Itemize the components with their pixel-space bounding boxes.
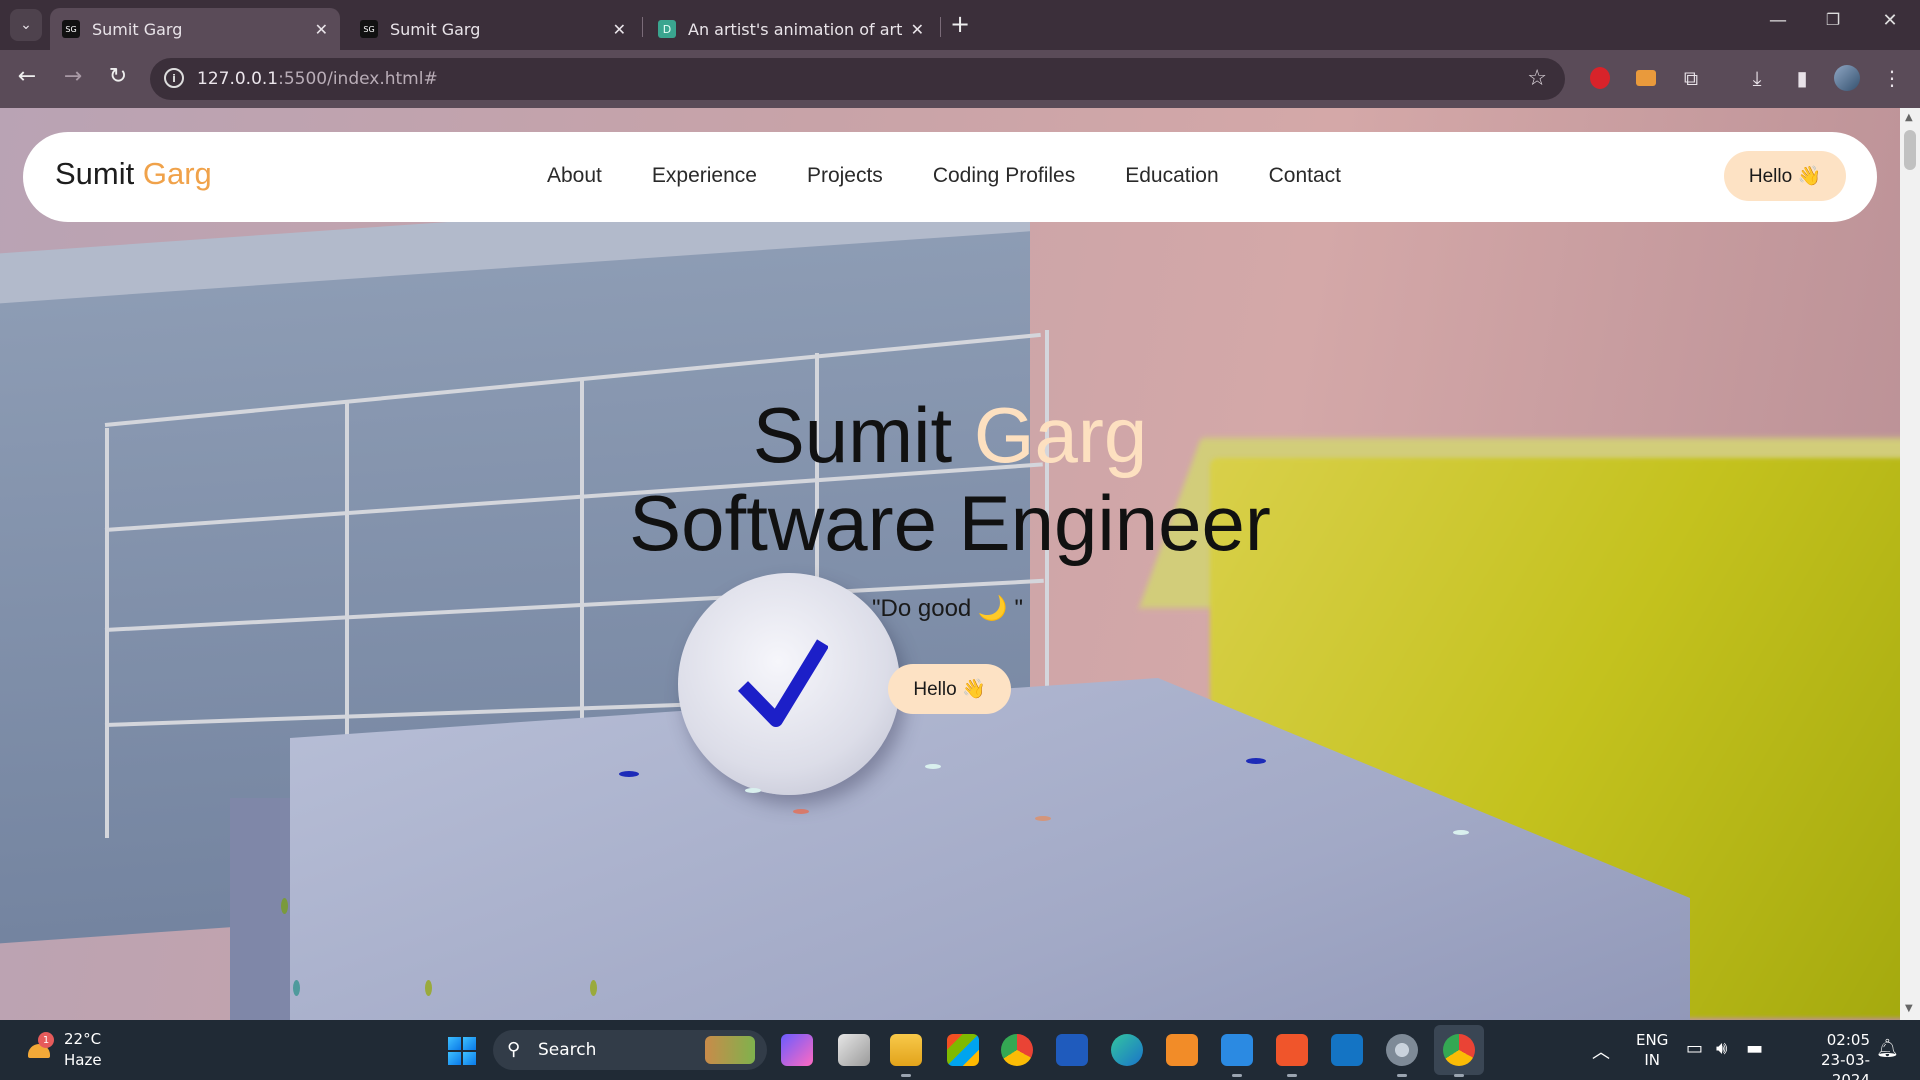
tab-search-button[interactable]: ⌄ (10, 9, 42, 41)
copilot-preview-icon[interactable] (781, 1034, 813, 1066)
page-viewport: Sumit Garg About Experience Projects Cod… (0, 108, 1900, 1020)
search-icon: ⚲ (507, 1039, 521, 1060)
weather-widget-icon[interactable]: 1 (24, 1032, 54, 1062)
extension-icon[interactable] (1632, 64, 1660, 92)
close-icon[interactable]: ✕ (911, 20, 924, 39)
tab-sumit-garg-active[interactable]: SG Sumit Garg ✕ (50, 8, 340, 50)
minimize-icon[interactable]: — (1758, 10, 1798, 31)
bookmark-star-icon[interactable]: ☆ (1527, 66, 1547, 91)
scroll-down-icon[interactable]: ▼ (1905, 1003, 1913, 1014)
settings-gear-icon[interactable] (1386, 1034, 1418, 1077)
tab-separator (940, 17, 941, 37)
tab-separator (642, 17, 643, 37)
extensions-puzzle-icon[interactable]: ⧉ (1677, 64, 1705, 92)
microsoft-store-icon[interactable] (947, 1034, 979, 1066)
brave-icon[interactable] (1276, 1034, 1308, 1077)
tab-artist-animation[interactable]: D An artist's animation of artificial ✕ (646, 8, 936, 50)
background-art (619, 771, 639, 777)
hero-role: Software Engineer (629, 479, 1271, 567)
background-art (793, 809, 809, 814)
background-art (745, 788, 761, 793)
background-art (1035, 816, 1051, 821)
site-logo[interactable]: Sumit Garg (55, 156, 212, 192)
site-info-icon[interactable]: i (164, 68, 184, 88)
volume-icon[interactable]: 🔊︎ (1716, 1038, 1727, 1059)
taskbar: 1 22°C Haze ⚲ Search ︿ ENG IN ▭ 🔊︎ ▬ 02:0… (0, 1020, 1920, 1080)
background-art (590, 980, 597, 996)
background-art (281, 898, 288, 914)
hero-name: Sumit Garg (752, 391, 1148, 479)
address-bar[interactable]: i 127.0.0.1:5500/index.html# ☆ (150, 58, 1565, 100)
checkmark-art (738, 639, 828, 727)
side-panel-icon[interactable]: ▮ (1788, 64, 1816, 92)
word-icon[interactable] (1056, 1034, 1088, 1066)
tab-title: Sumit Garg (92, 19, 183, 39)
background-art (230, 798, 300, 1020)
notifications-bell-icon[interactable]: 🔔︎ (1876, 1038, 1899, 1059)
chrome-active-icon[interactable] (1443, 1034, 1475, 1077)
scrollbar-thumb[interactable] (1904, 130, 1916, 170)
back-icon[interactable]: ← (12, 64, 42, 89)
background-art (425, 980, 432, 996)
search-label: Search (538, 1040, 597, 1060)
profile-avatar[interactable] (1833, 64, 1861, 92)
language-indicator[interactable]: ENG IN (1636, 1030, 1668, 1070)
reload-icon[interactable]: ↻ (103, 64, 133, 89)
windows-start-icon[interactable] (448, 1037, 476, 1065)
background-art (293, 980, 300, 996)
weather-temperature[interactable]: 22°C (64, 1030, 101, 1048)
nav-link-experience[interactable]: Experience (652, 164, 757, 188)
tab-strip: ⌄ SG Sumit Garg ✕ SG Sumit Garg ✕ D An a… (0, 0, 1920, 50)
site-navbar: Sumit Garg About Experience Projects Cod… (23, 132, 1877, 222)
browser-toolbar: ← → ↻ i 127.0.0.1:5500/index.html# ☆ ⧉ ⤓… (0, 50, 1920, 108)
hero-hello-button[interactable]: Hello 👋 (888, 664, 1011, 714)
network-icon[interactable]: ▭ (1686, 1038, 1703, 1059)
nav-links: About Experience Projects Coding Profile… (547, 164, 1341, 188)
new-tab-icon[interactable]: + (950, 12, 970, 36)
header-hello-button[interactable]: Hello 👋 (1724, 151, 1846, 201)
taskbar-clock[interactable]: 02:05 23-03-2024 (1785, 1030, 1870, 1080)
restore-icon[interactable]: ❐ (1813, 10, 1853, 29)
download-icon[interactable]: ⤓ (1743, 64, 1771, 92)
notification-badge: 1 (38, 1032, 54, 1048)
nav-link-projects[interactable]: Projects (807, 164, 883, 188)
chrome-icon[interactable] (1001, 1034, 1033, 1066)
weather-condition[interactable]: Haze (64, 1051, 102, 1069)
background-art (925, 764, 941, 769)
vscode-icon[interactable] (1221, 1034, 1253, 1077)
menu-kebab-icon[interactable]: ⋮ (1878, 64, 1906, 92)
scroll-up-icon[interactable]: ▲ (1905, 112, 1913, 123)
outlook-new-icon[interactable] (1331, 1034, 1363, 1066)
nav-link-coding-profiles[interactable]: Coding Profiles (933, 164, 1075, 188)
tab-favicon: D (658, 20, 676, 38)
window-close-icon[interactable]: ✕ (1870, 10, 1910, 31)
nav-link-contact[interactable]: Contact (1269, 164, 1341, 188)
page-scrollbar[interactable]: ▲ ▼ (1900, 108, 1920, 1020)
ad-blocker-extension-icon[interactable] (1586, 64, 1614, 92)
tab-title: Sumit Garg (390, 19, 481, 39)
file-explorer-icon[interactable] (890, 1034, 922, 1077)
battery-icon[interactable]: ▬ (1746, 1038, 1763, 1059)
url-text[interactable]: 127.0.0.1:5500/index.html# (197, 69, 438, 89)
forward-icon[interactable]: → (58, 64, 88, 89)
task-view-icon[interactable] (838, 1034, 870, 1066)
hero-quote: "Do good 🌙 " (872, 595, 1023, 622)
sublime-text-icon[interactable] (1166, 1034, 1198, 1066)
tab-favicon: SG (360, 20, 378, 38)
tab-sumit-garg[interactable]: SG Sumit Garg ✕ (348, 8, 638, 50)
edge-icon[interactable] (1111, 1034, 1143, 1066)
nav-link-education[interactable]: Education (1125, 164, 1218, 188)
show-hidden-icons-chevron-icon[interactable]: ︿ (1592, 1038, 1610, 1064)
search-highlight-image (705, 1036, 755, 1064)
tab-title: An artist's animation of artificial (688, 19, 903, 39)
background-art (1453, 830, 1469, 835)
nav-link-about[interactable]: About (547, 164, 602, 188)
tab-favicon: SG (62, 20, 80, 38)
close-icon[interactable]: ✕ (613, 20, 626, 39)
close-icon[interactable]: ✕ (315, 20, 328, 39)
taskbar-search[interactable]: ⚲ Search (493, 1030, 767, 1070)
background-art (1246, 758, 1266, 764)
